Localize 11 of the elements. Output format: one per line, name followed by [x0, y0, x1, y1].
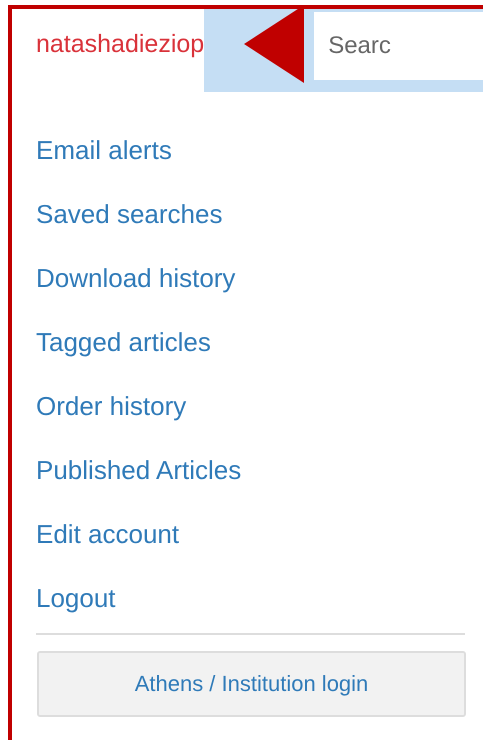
menu-link[interactable]: Order history [36, 388, 186, 425]
menu-link[interactable]: Saved searches [36, 196, 222, 233]
username-link[interactable]: natashadieziop [36, 30, 204, 58]
institution-login-button[interactable]: Athens / Institution login [37, 651, 466, 717]
search-field[interactable]: Searc [314, 12, 483, 80]
menu-link[interactable]: Download history [36, 260, 236, 297]
menu-link[interactable]: Tagged articles [36, 324, 211, 361]
menu-link[interactable]: Published Articles [36, 452, 242, 489]
menu-link[interactable]: Email alerts [36, 132, 172, 169]
menu-link[interactable]: Logout [36, 580, 116, 617]
menu-link[interactable]: Edit account [36, 516, 180, 553]
